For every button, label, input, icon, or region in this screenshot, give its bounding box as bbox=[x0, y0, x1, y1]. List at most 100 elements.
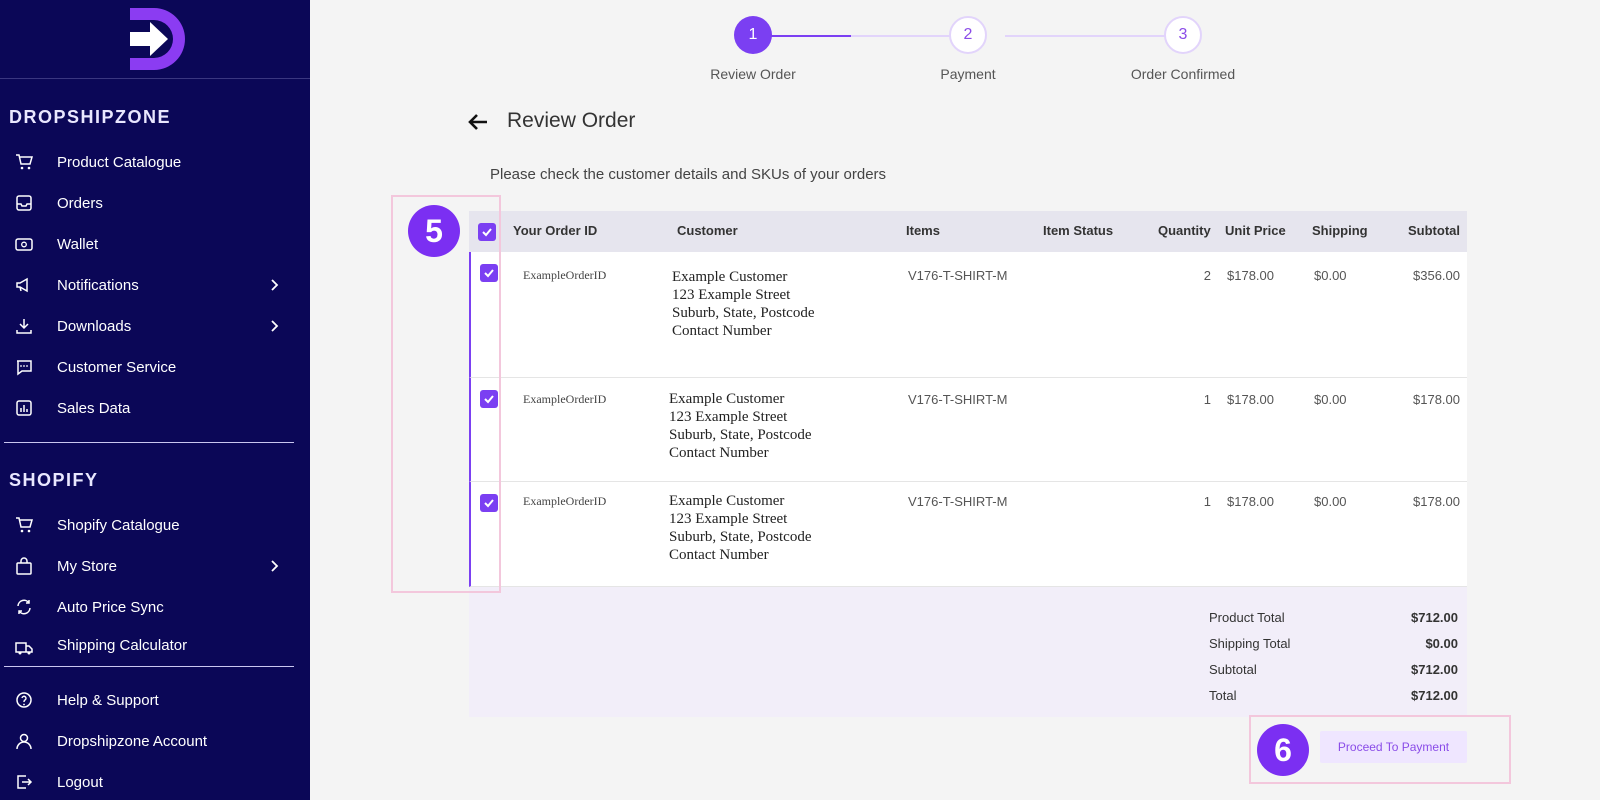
col-subtotal: Subtotal bbox=[1408, 223, 1460, 238]
customer-details: Example Customer 123 Example Street Subu… bbox=[672, 268, 815, 340]
logout-icon bbox=[17, 775, 33, 789]
nav-label: Dropshipzone Account bbox=[57, 732, 208, 750]
customer-suburb: Suburb, State, Postcode bbox=[669, 529, 812, 545]
step-1-circle: 1 bbox=[734, 16, 772, 54]
nav-label: Help & Support bbox=[57, 691, 159, 709]
total-label: Total bbox=[1209, 688, 1237, 703]
col-shipping: Shipping bbox=[1312, 223, 1368, 238]
help-icon bbox=[16, 692, 32, 708]
item-sku: V176-T-SHIRT-M bbox=[908, 268, 1008, 283]
proceed-to-payment-button[interactable]: Proceed To Payment bbox=[1320, 731, 1467, 763]
subtotal-label: Subtotal bbox=[1209, 662, 1257, 677]
step-2-label: Payment bbox=[940, 66, 996, 82]
cart-icon bbox=[16, 517, 33, 533]
nav-orders[interactable]: Orders bbox=[0, 188, 300, 218]
nav-label: Wallet bbox=[57, 235, 99, 253]
total-value: $712.00 bbox=[1411, 688, 1458, 703]
subtotal: $356.00 bbox=[1413, 268, 1460, 283]
nav-wallet[interactable]: Wallet bbox=[0, 229, 300, 259]
annotation-badge-6: 6 bbox=[1257, 724, 1309, 776]
step-3-label: Order Confirmed bbox=[1130, 66, 1236, 82]
subtotal-value: $712.00 bbox=[1411, 662, 1458, 677]
nav-logout[interactable]: Logout bbox=[0, 767, 300, 797]
wallet-icon bbox=[15, 238, 33, 251]
step-connector bbox=[1005, 35, 1180, 37]
unit-price: $178.00 bbox=[1227, 268, 1274, 283]
nav-shipping-calculator[interactable]: Shipping Calculator bbox=[0, 633, 300, 657]
step-2-circle: 2 bbox=[949, 16, 987, 54]
nav-label: Logout bbox=[57, 773, 103, 791]
customer-name: Example Customer bbox=[669, 493, 785, 509]
nav-auto-price-sync[interactable]: Auto Price Sync bbox=[0, 592, 300, 622]
back-arrow-icon[interactable] bbox=[466, 110, 490, 134]
quantity: 1 bbox=[1203, 392, 1211, 407]
nav-label: Sales Data bbox=[57, 399, 131, 417]
annotation-badge-5: 5 bbox=[408, 205, 460, 257]
product-total-value: $712.00 bbox=[1411, 610, 1458, 625]
nav-account[interactable]: Dropshipzone Account bbox=[0, 726, 300, 756]
nav-downloads[interactable]: Downloads bbox=[0, 311, 300, 341]
user-icon bbox=[16, 733, 32, 750]
customer-details: Example Customer 123 Example Street Subu… bbox=[669, 492, 812, 564]
chat-icon bbox=[17, 360, 32, 376]
annotation-highlight-checkboxes bbox=[391, 195, 501, 593]
col-items: Items bbox=[906, 223, 940, 238]
customer-street: 123 Example Street bbox=[669, 511, 788, 527]
table-header: Your Order ID Customer Items Item Status… bbox=[469, 211, 1467, 252]
nav-my-store[interactable]: My Store bbox=[0, 551, 300, 581]
subtotal: $178.00 bbox=[1413, 392, 1460, 407]
section-title-dropshipzone: DROPSHIPZONE bbox=[9, 107, 172, 127]
nav-label: Product Catalogue bbox=[57, 153, 182, 171]
order-id: ExampleOrderID bbox=[523, 392, 607, 406]
step-1-label: Review Order bbox=[710, 66, 796, 82]
nav-product-catalogue[interactable]: Product Catalogue bbox=[0, 147, 300, 177]
product-total-label: Product Total bbox=[1209, 610, 1285, 625]
chevron-right-icon bbox=[271, 320, 279, 332]
nav-sales-data[interactable]: Sales Data bbox=[0, 393, 300, 423]
inbox-icon bbox=[16, 195, 32, 211]
dropshipzone-logo-icon bbox=[130, 8, 185, 70]
col-customer: Customer bbox=[677, 223, 738, 238]
item-sku: V176-T-SHIRT-M bbox=[908, 392, 1008, 407]
nav-label: Auto Price Sync bbox=[57, 598, 164, 616]
order-totals: Product Total $712.00 Shipping Total $0.… bbox=[469, 587, 1467, 717]
customer-contact: Contact Number bbox=[669, 547, 769, 563]
download-icon bbox=[16, 319, 32, 334]
logo[interactable] bbox=[0, 0, 310, 79]
table-row: ExampleOrderID Example Customer 123 Exam… bbox=[469, 482, 1467, 587]
cart-icon bbox=[16, 154, 33, 170]
nav-customer-service[interactable]: Customer Service bbox=[0, 352, 300, 382]
shipping: $0.00 bbox=[1314, 392, 1347, 407]
bag-icon bbox=[16, 557, 32, 575]
shipping-total-value: $0.00 bbox=[1425, 636, 1458, 651]
nav-help-support[interactable]: Help & Support bbox=[0, 685, 300, 715]
unit-price: $178.00 bbox=[1227, 392, 1274, 407]
chart-icon bbox=[16, 400, 32, 416]
page-subtitle: Please check the customer details and SK… bbox=[490, 166, 887, 183]
nav-label: Downloads bbox=[57, 317, 132, 335]
customer-street: 123 Example Street bbox=[669, 409, 788, 425]
table-row: ExampleOrderID Example Customer 123 Exam… bbox=[469, 252, 1467, 378]
customer-contact: Contact Number bbox=[669, 445, 769, 461]
col-item-status: Item Status bbox=[1043, 223, 1114, 238]
col-order-id: Your Order ID bbox=[513, 223, 598, 238]
page-title: Review Order bbox=[507, 109, 636, 132]
chevron-right-icon bbox=[271, 560, 279, 572]
checkout-stepper: 1 2 3 Review Order Payment Order Confirm… bbox=[690, 16, 1250, 86]
sidebar-divider bbox=[4, 666, 294, 667]
order-id: ExampleOrderID bbox=[523, 268, 607, 282]
quantity: 2 bbox=[1203, 268, 1211, 283]
shipping-total-label: Shipping Total bbox=[1209, 636, 1291, 651]
customer-details: Example Customer 123 Example Street Subu… bbox=[669, 390, 812, 462]
section-title-shopify: SHOPIFY bbox=[9, 470, 99, 490]
shipping: $0.00 bbox=[1314, 494, 1347, 509]
col-quantity: Quantity bbox=[1158, 223, 1211, 238]
nav-notifications[interactable]: Notifications bbox=[0, 270, 300, 300]
nav-shopify-catalogue[interactable]: Shopify Catalogue bbox=[0, 510, 300, 540]
subtotal: $178.00 bbox=[1413, 494, 1460, 509]
sync-icon bbox=[17, 599, 31, 615]
nav-label: Orders bbox=[57, 194, 103, 212]
customer-suburb: Suburb, State, Postcode bbox=[672, 305, 815, 321]
nav-label: Shipping Calculator bbox=[57, 636, 188, 654]
truck-icon bbox=[15, 642, 33, 655]
